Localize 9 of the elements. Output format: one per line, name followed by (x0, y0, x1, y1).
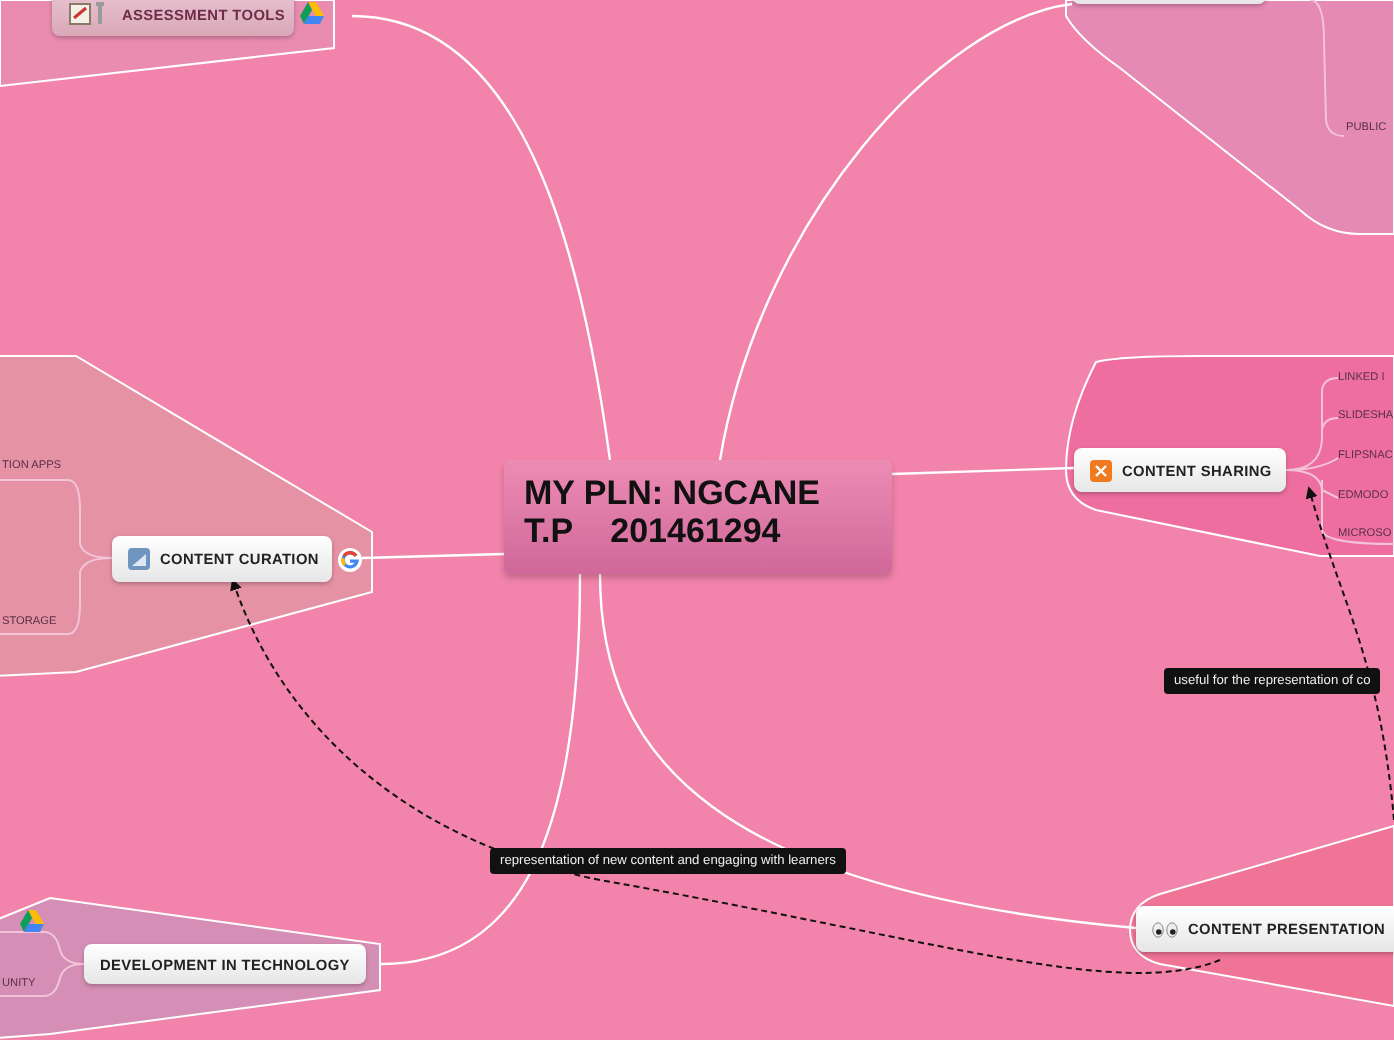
drive-icon (300, 2, 324, 24)
connector-line (361, 552, 505, 560)
eyes-icon (1152, 921, 1178, 937)
central-topic[interactable]: MY PLN: NGCANE T.P 201461294 (504, 460, 892, 574)
chart-icon (128, 548, 150, 570)
subtopic-connector (1309, 0, 1345, 137)
subtopic-connector (0, 931, 85, 997)
google-icon (338, 547, 362, 571)
drive-icon (20, 910, 44, 932)
